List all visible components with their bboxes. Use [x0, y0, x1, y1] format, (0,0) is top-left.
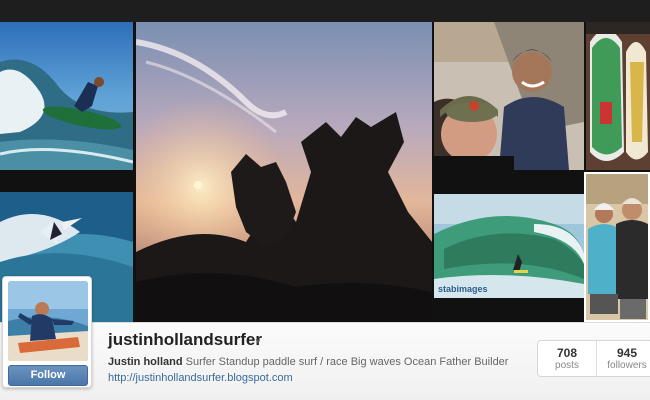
chevron-down-icon[interactable]: ▼	[254, 337, 262, 346]
collage-photo-sunset-cactus[interactable]	[136, 22, 432, 322]
collage-photo-two-friends[interactable]	[584, 172, 650, 322]
collage-photo-selfie-friends[interactable]	[434, 22, 584, 170]
profile-username[interactable]: justinhollandsurfer	[108, 330, 262, 350]
stat-followers[interactable]: 945 followers	[597, 341, 650, 376]
followers-label: followers	[607, 360, 647, 371]
collage-photo-surfboards[interactable]	[586, 22, 650, 170]
bio-text: Surfer Standup paddle surf / race Big wa…	[185, 356, 509, 368]
profile-avatar-card: Follow	[2, 276, 92, 388]
photo-collage: stabimages	[0, 22, 650, 322]
posts-count: 708	[556, 346, 578, 360]
followers-count: 945	[616, 346, 638, 360]
avatar[interactable]	[8, 281, 88, 361]
profile-stats: 708 posts 945 followers	[537, 340, 650, 377]
top-bar	[0, 0, 650, 22]
follow-button[interactable]: Follow	[8, 365, 88, 386]
photo-watermark: stabimages	[438, 284, 488, 294]
collage-photo-surfer-wave[interactable]	[0, 22, 133, 170]
posts-label: posts	[555, 360, 579, 371]
collage-photo-wave-barrel[interactable]: stabimages	[434, 194, 584, 298]
stat-posts[interactable]: 708 posts	[538, 341, 597, 376]
profile-website-link[interactable]: http://justinhollandsurfer.blogspot.com	[108, 372, 293, 384]
profile-bio: Justin holland Surfer Standup paddle sur…	[108, 356, 528, 368]
bio-name: Justin holland	[108, 356, 183, 368]
